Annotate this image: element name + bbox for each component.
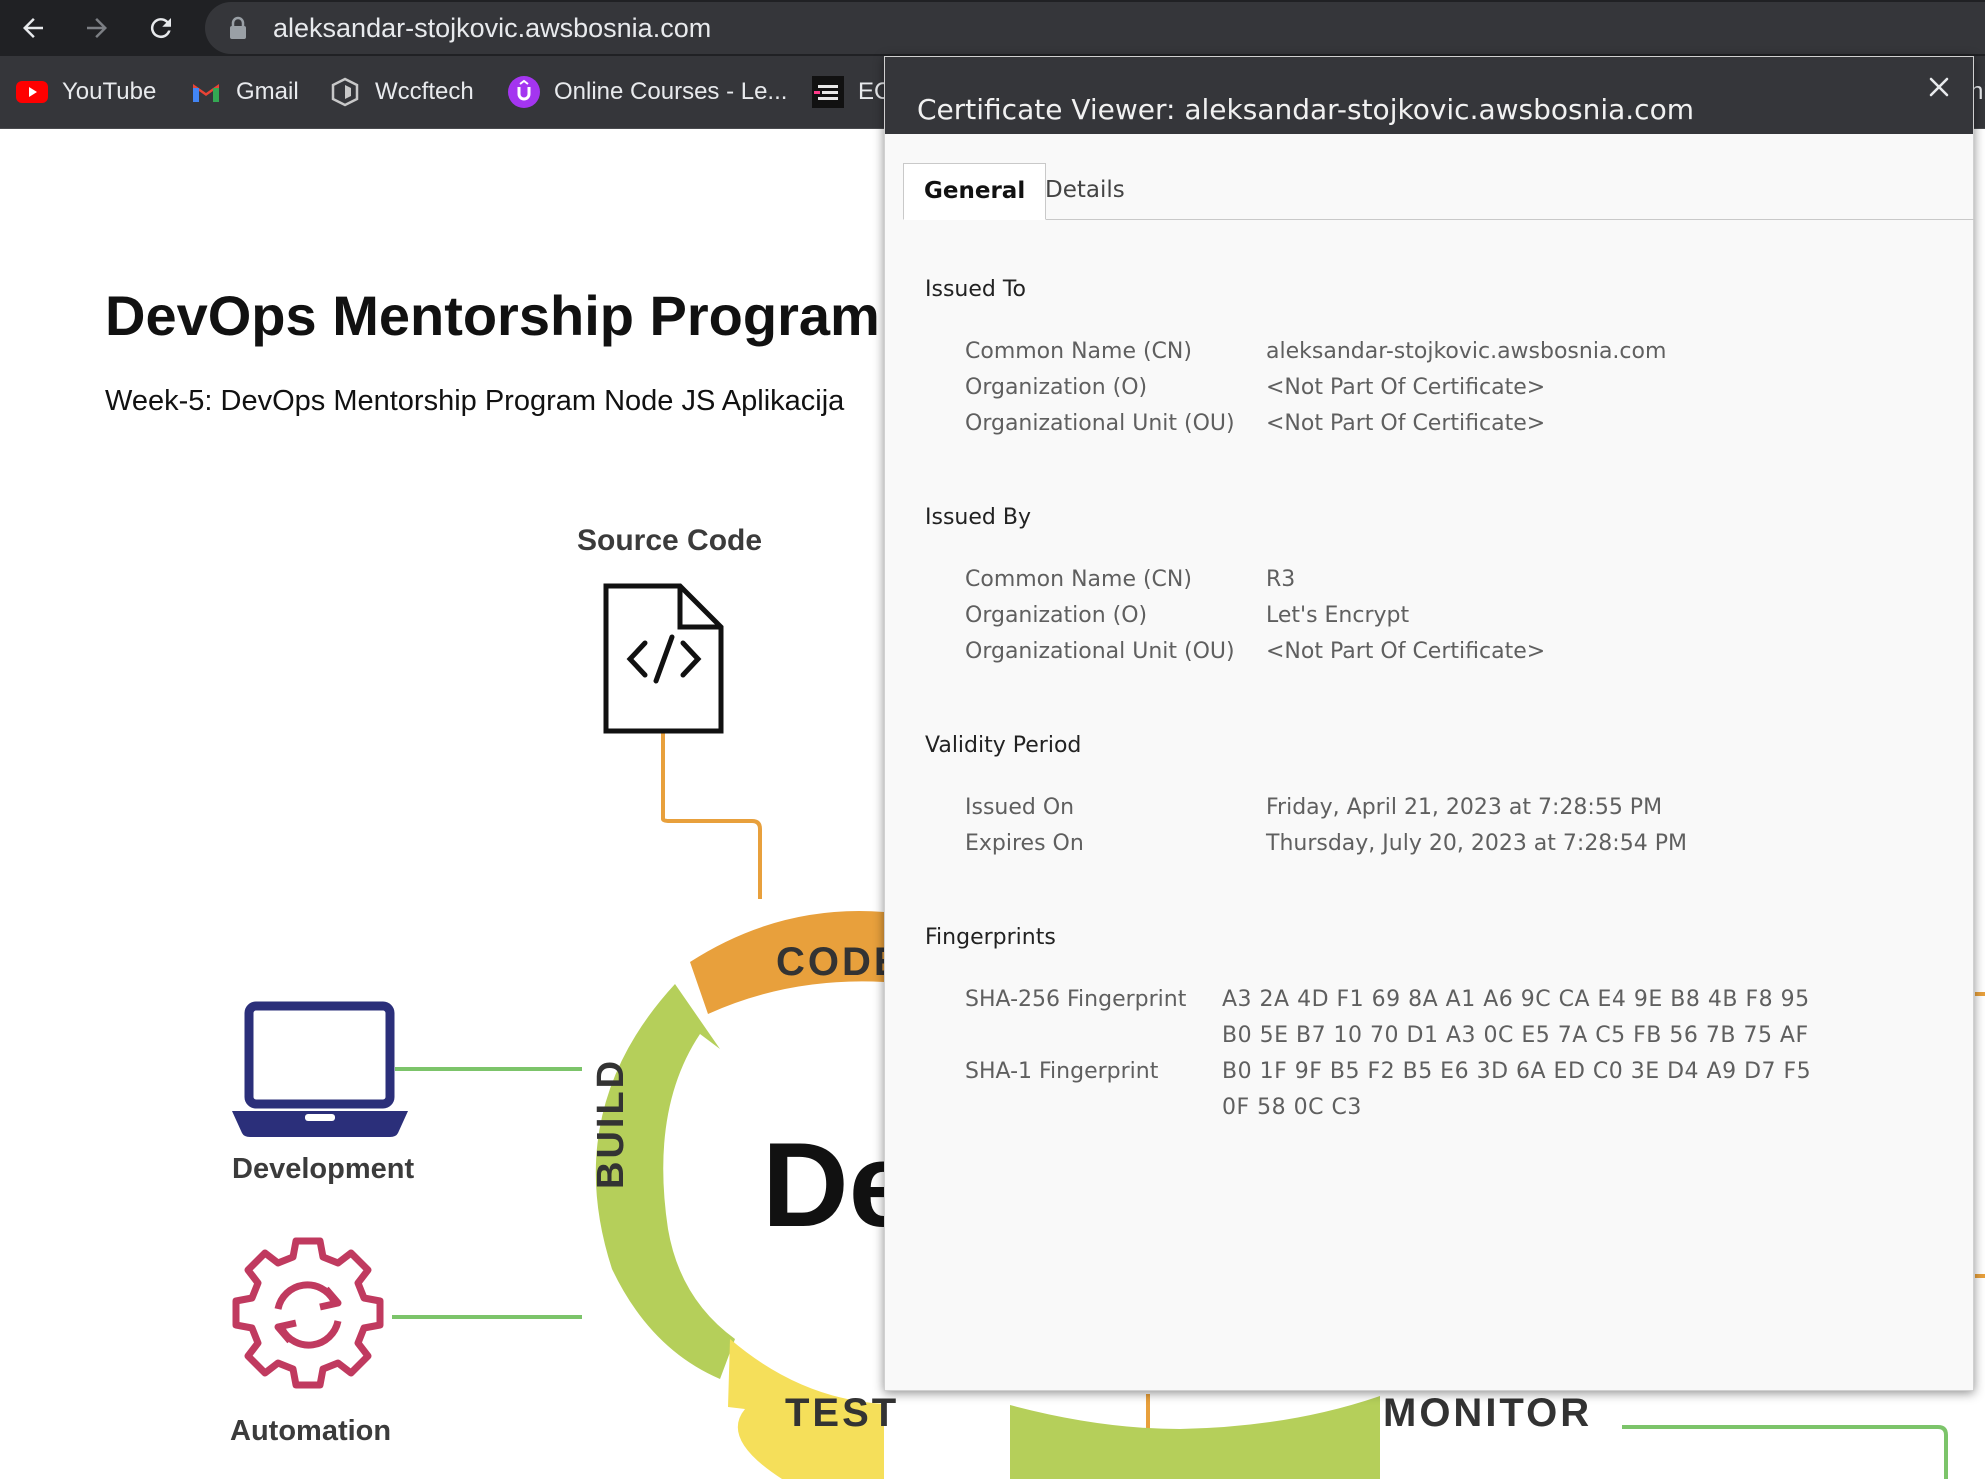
reload-icon: [150, 18, 171, 39]
arrow-left-icon: [23, 18, 43, 38]
monitor-segment-label: MONITOR: [1383, 1391, 1593, 1435]
bookmark-gmail[interactable]: Gmail: [190, 74, 299, 110]
bottom-green-connector: [1622, 1425, 1948, 1479]
back-button[interactable]: [13, 8, 53, 48]
ec-icon: [812, 76, 844, 108]
tab-details[interactable]: Details: [1025, 163, 1145, 218]
issued-to-heading: Issued To: [925, 277, 1027, 302]
bookmark-ec[interactable]: EC: [812, 74, 891, 110]
issued-by-heading: Issued By: [925, 505, 1031, 530]
issued-by-ou-value: <Not Part Of Certificate>: [1266, 639, 1546, 664]
monitor-segment: [1010, 1396, 1380, 1479]
expires-on-label: Expires On: [965, 831, 1084, 856]
issued-on-value: Friday, April 21, 2023 at 7:28:55 PM: [1266, 795, 1663, 820]
browser-toolbar: aleksandar-stojkovic.awsbosnia.com: [0, 0, 1985, 56]
tab-bar: General Details: [903, 163, 1975, 220]
issued-on-label: Issued On: [965, 795, 1075, 820]
bookmark-label: Gmail: [236, 78, 299, 105]
issued-by-cn-label: Common Name (CN): [965, 567, 1192, 592]
address-url: aleksandar-stojkovic.awsbosnia.com: [273, 13, 712, 43]
development-label: Development: [232, 1153, 415, 1185]
sha256-value-line2: B0 5E B7 10 70 D1 A3 0C E5 7A C5 FB 56 7…: [1222, 1023, 1809, 1048]
close-icon: [1929, 77, 1949, 97]
sha256-label: SHA-256 Fingerprint: [965, 987, 1187, 1012]
source-code-file-icon: [603, 583, 724, 734]
forward-button[interactable]: [77, 8, 117, 48]
issued-by-ou-label: Organizational Unit (OU): [965, 639, 1235, 664]
gmail-icon: [190, 76, 222, 108]
build-segment-label: BUILD: [590, 1057, 632, 1189]
bookmark-label: Wccftech: [375, 78, 474, 105]
bookmark-label: Online Courses - Le...: [554, 78, 788, 105]
issued-by-o-label: Organization (O): [965, 603, 1148, 628]
close-button[interactable]: [1921, 69, 1957, 105]
issued-to-cn-label: Common Name (CN): [965, 339, 1192, 364]
youtube-icon: [16, 76, 48, 108]
udemy-icon: [508, 76, 540, 108]
bookmark-youtube[interactable]: YouTube: [16, 74, 156, 110]
sha256-value-line1: A3 2A 4D F1 69 8A A1 A6 9C CA E4 9E B8 4…: [1222, 987, 1810, 1012]
sha1-value-line1: B0 1F 9F B5 F2 B5 E6 3D 6A ED C0 3E D4 A…: [1222, 1059, 1812, 1084]
issued-by-o-value: Let's Encrypt: [1266, 603, 1410, 628]
validity-heading: Validity Period: [925, 733, 1082, 758]
issued-to-o-value: <Not Part Of Certificate>: [1266, 375, 1546, 400]
bookmark-wccftech[interactable]: Wccftech: [329, 74, 474, 110]
fingerprints-heading: Fingerprints: [925, 925, 1056, 950]
dialog-title: Certificate Viewer: aleksandar-stojkovic…: [917, 93, 1694, 126]
bookmark-online-courses[interactable]: Online Courses - Le...: [508, 74, 787, 110]
arrow-right-icon: [87, 18, 107, 38]
test-segment-label: TEST: [785, 1391, 900, 1435]
certificate-viewer-dialog: Certificate Viewer: aleksandar-stojkovic…: [884, 56, 1975, 1391]
issued-to-cn-value: aleksandar-stojkovic.awsbosnia.com: [1266, 339, 1667, 364]
wccftech-icon: [329, 76, 361, 108]
issued-to-ou-label: Organizational Unit (OU): [965, 411, 1235, 436]
sha1-value-line2: 0F 58 0C C3: [1222, 1095, 1362, 1120]
lock-icon: [230, 16, 246, 39]
reload-button[interactable]: [141, 8, 181, 48]
address-bar[interactable]: aleksandar-stojkovic.awsbosnia.com: [205, 2, 1985, 54]
dialog-header: Certificate Viewer: aleksandar-stojkovic…: [885, 57, 1973, 134]
source-code-connector: [661, 733, 762, 899]
issued-by-cn-value: R3: [1266, 567, 1296, 592]
sha1-label: SHA-1 Fingerprint: [965, 1059, 1159, 1084]
automation-label: Automation: [230, 1415, 392, 1447]
expires-on-value: Thursday, July 20, 2023 at 7:28:54 PM: [1266, 831, 1687, 856]
issued-to-ou-value: <Not Part Of Certificate>: [1266, 411, 1546, 436]
issued-to-o-label: Organization (O): [965, 375, 1148, 400]
laptop-icon: [232, 1001, 408, 1137]
bookmark-label: YouTube: [62, 78, 157, 105]
source-code-label: Source Code: [577, 524, 763, 557]
gear-icon: [232, 1237, 384, 1389]
